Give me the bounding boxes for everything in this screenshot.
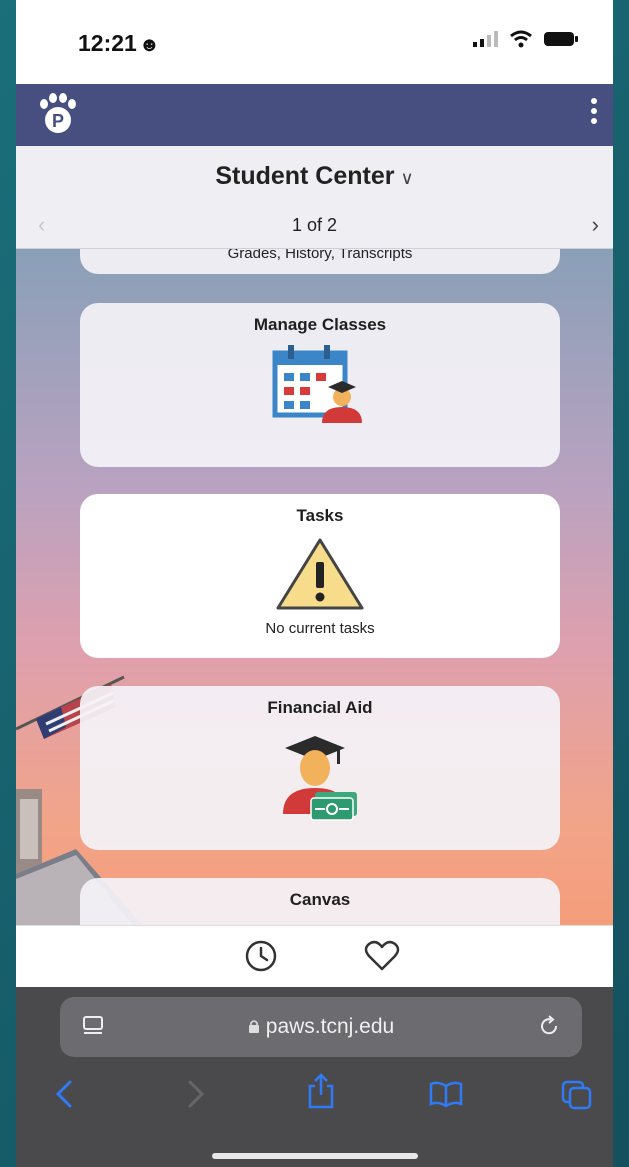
back-icon[interactable] xyxy=(52,1079,76,1109)
tile-area[interactable]: Grades, History, Transcripts Manage Clas… xyxy=(16,249,613,925)
battery-icon xyxy=(544,32,578,46)
page-toolbar xyxy=(16,925,613,988)
address-bar[interactable]: paws.tcnj.edu xyxy=(60,997,582,1057)
tasks-tile[interactable]: Tasks No current tasks xyxy=(80,494,560,658)
manage-classes-title: Manage Classes xyxy=(253,315,387,334)
logo-letter: P xyxy=(52,111,64,131)
grades-tile-subtitle: Grades, History, Transcripts xyxy=(227,249,413,262)
clock-icon[interactable] xyxy=(244,939,278,973)
phone-screen: 12:21 ☻ P Student Center ∨ ‹ 1 of 2 › Gr… xyxy=(16,0,613,1167)
app-header: P xyxy=(16,84,613,146)
lock-icon xyxy=(248,1015,260,1039)
url-text[interactable]: paws.tcnj.edu xyxy=(60,1015,582,1039)
page-indicator: 1 of 2 xyxy=(291,215,338,235)
warning-icon xyxy=(276,538,364,610)
heart-icon[interactable] xyxy=(364,940,400,972)
kebab-menu-icon[interactable] xyxy=(589,98,599,132)
home-indicator[interactable] xyxy=(212,1153,418,1159)
wifi-icon xyxy=(510,30,532,48)
status-bar: 12:21 ☻ xyxy=(16,0,613,84)
bookmarks-icon[interactable] xyxy=(428,1079,464,1109)
tasks-status: No current tasks xyxy=(265,620,375,637)
browser-chrome: paws.tcnj.edu xyxy=(16,987,613,1167)
canvas-tile[interactable]: Canvas xyxy=(80,878,560,925)
reload-icon[interactable] xyxy=(536,1013,562,1039)
manage-classes-tile[interactable]: Manage Classes xyxy=(80,303,560,467)
chevron-down-icon: ∨ xyxy=(400,168,414,188)
financial-aid-title: Financial Aid xyxy=(267,698,373,717)
paw-logo-icon[interactable]: P xyxy=(38,92,78,141)
page-title[interactable]: Student Center ∨ xyxy=(16,162,613,191)
system-icons xyxy=(473,30,579,48)
signal-icon xyxy=(473,31,498,47)
page-title-bar: Student Center ∨ ‹ 1 of 2 › xyxy=(16,146,613,249)
grades-tile[interactable]: Grades, History, Transcripts xyxy=(80,249,560,274)
status-time: 12:21 ☻ xyxy=(78,30,160,56)
calendar-student-icon xyxy=(272,345,362,423)
share-icon[interactable] xyxy=(306,1073,336,1109)
financial-aid-tile[interactable]: Financial Aid xyxy=(80,686,560,850)
graduate-money-icon xyxy=(283,736,357,821)
canvas-icon xyxy=(300,918,340,925)
next-page-icon[interactable]: › xyxy=(592,212,599,238)
forward-icon[interactable] xyxy=(184,1079,208,1109)
canvas-title: Canvas xyxy=(289,890,351,909)
tabs-icon[interactable] xyxy=(560,1079,594,1111)
tasks-title: Tasks xyxy=(296,506,344,525)
